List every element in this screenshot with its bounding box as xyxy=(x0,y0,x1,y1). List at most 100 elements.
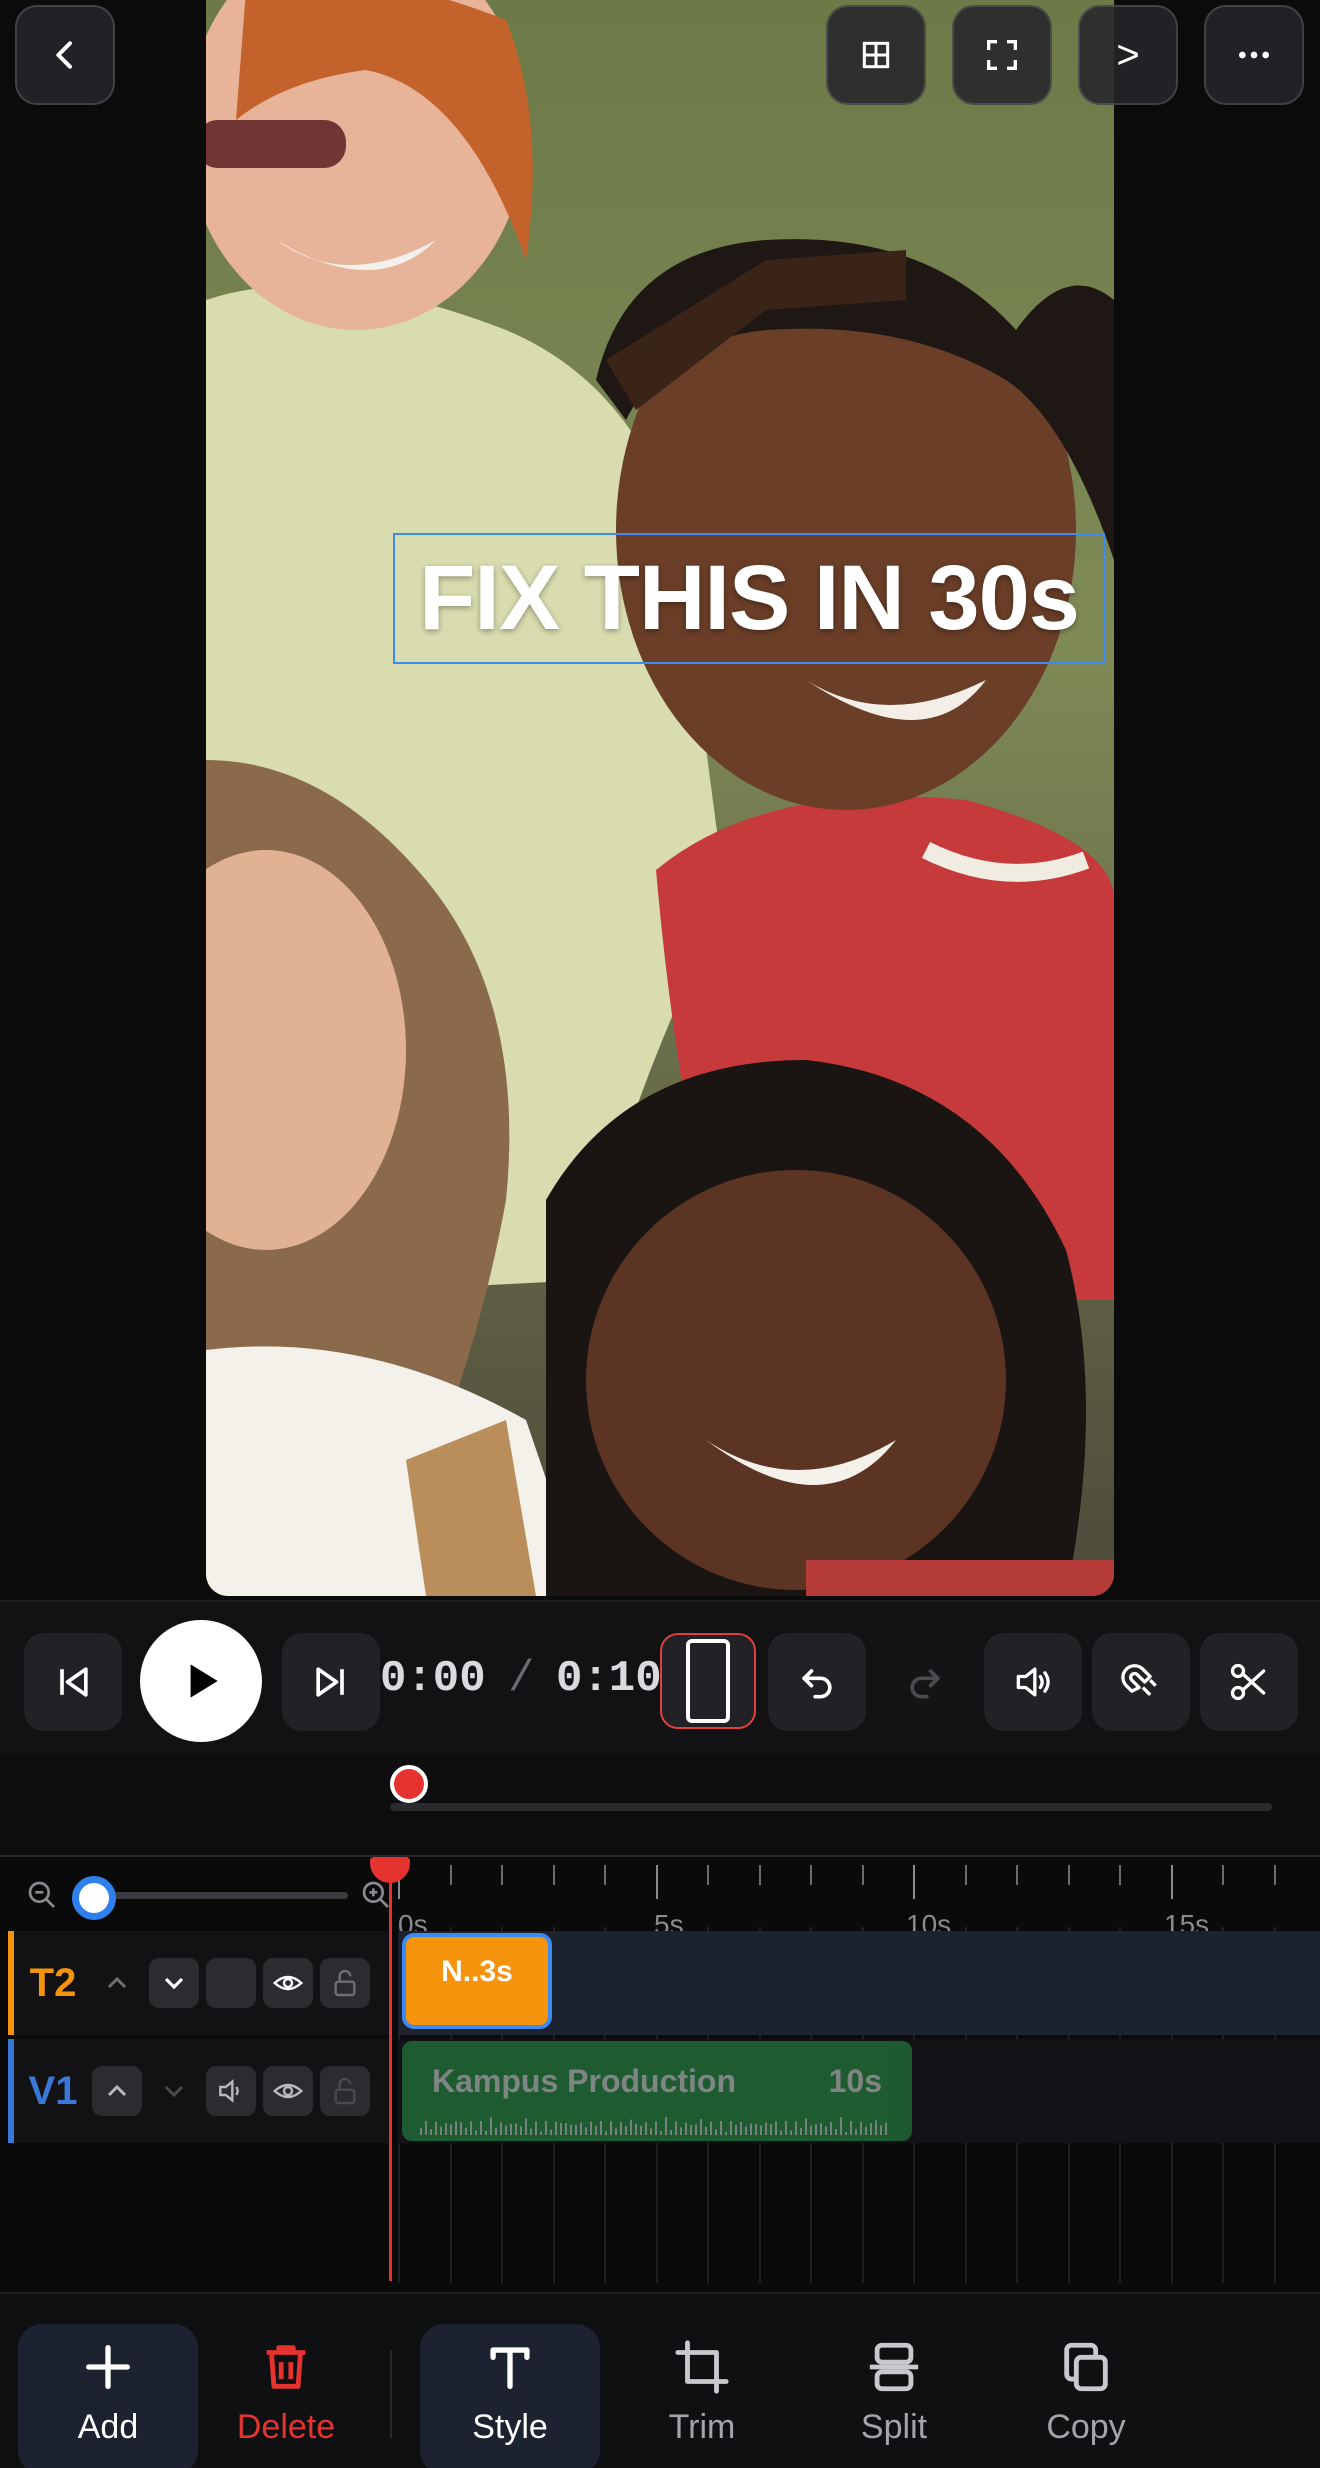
play-button[interactable] xyxy=(140,1620,262,1742)
video-frame[interactable] xyxy=(206,0,1114,1596)
move-down-button[interactable] xyxy=(149,1958,199,2008)
waveform-bar xyxy=(845,2131,847,2135)
ruler-tick xyxy=(655,1865,658,1899)
ruler-tick xyxy=(1222,1865,1224,1885)
track-t2: T2 xyxy=(0,1931,1320,2035)
more-button[interactable] xyxy=(1204,5,1304,105)
waveform-bar xyxy=(480,2121,482,2135)
waveform-bar xyxy=(505,2125,507,2135)
waveform-bar xyxy=(585,2127,587,2135)
plus-icon xyxy=(86,2345,130,2389)
waveform-bar xyxy=(770,2123,772,2135)
waveform-bar xyxy=(685,2122,687,2135)
waveform-bar xyxy=(460,2122,462,2135)
scrub-track[interactable] xyxy=(390,1803,1272,1811)
scrub-handle[interactable] xyxy=(390,1765,428,1803)
waveform-bar xyxy=(545,2121,547,2135)
delete-button[interactable]: Delete xyxy=(196,2324,376,2468)
waveform-bar xyxy=(775,2121,777,2135)
move-up-button[interactable] xyxy=(92,1958,142,2008)
move-up-button[interactable] xyxy=(92,2066,142,2116)
grid-button[interactable] xyxy=(826,5,926,105)
ruler-tick xyxy=(1016,1865,1018,1885)
eye-icon xyxy=(272,1975,304,1991)
zoom-in-icon[interactable] xyxy=(360,1879,392,1911)
scrub-bar[interactable] xyxy=(0,1755,1320,1855)
redo-button[interactable] xyxy=(876,1633,974,1731)
visibility-button[interactable] xyxy=(263,2066,313,2116)
chevron-up-icon xyxy=(107,2084,127,2097)
ruler-tick xyxy=(707,1865,709,1885)
waveform-bar xyxy=(740,2121,742,2135)
waveform-bar xyxy=(525,2117,527,2135)
mute-button[interactable] xyxy=(206,2066,256,2116)
move-down-button[interactable] xyxy=(149,2066,199,2116)
split-button[interactable]: Split xyxy=(804,2324,984,2468)
waveform-bar xyxy=(785,2121,787,2135)
waveform-bar xyxy=(790,2130,792,2135)
waveform-bar xyxy=(655,2121,657,2135)
waveform-bar xyxy=(630,2119,632,2135)
waveform-bar xyxy=(750,2123,752,2135)
visibility-button[interactable] xyxy=(263,1958,313,2008)
caption-text[interactable]: FIX THIS IN 30s xyxy=(419,546,1080,651)
waveform-bar xyxy=(570,2124,572,2135)
copy-button[interactable]: Copy xyxy=(996,2324,1176,2468)
caption-selection-box[interactable]: FIX THIS IN 30s xyxy=(393,533,1105,664)
skip-back-button[interactable] xyxy=(24,1633,122,1731)
next-button[interactable]: > xyxy=(1078,5,1178,105)
fullscreen-button[interactable] xyxy=(952,5,1052,105)
current-time: 0:00 xyxy=(380,1654,486,1704)
zoom-slider-knob[interactable] xyxy=(72,1876,116,1920)
back-button[interactable] xyxy=(15,5,115,105)
lock-button[interactable] xyxy=(320,1958,370,2008)
waveform-bar xyxy=(690,2124,692,2135)
waveform-bar xyxy=(815,2124,817,2135)
zoom-out-icon[interactable] xyxy=(26,1879,58,1911)
delete-label: Delete xyxy=(236,2408,336,2446)
magnet-button[interactable] xyxy=(1092,1633,1190,1731)
scissors-button[interactable] xyxy=(1200,1633,1298,1731)
ruler-tick xyxy=(604,1865,606,1885)
video-clip[interactable]: Kampus Production 10s xyxy=(402,2041,912,2141)
unlock-icon xyxy=(334,2077,356,2105)
unlock-icon xyxy=(334,1969,356,1997)
track-color-button[interactable] xyxy=(206,1958,256,2008)
text-clip[interactable]: N..3s xyxy=(402,1933,552,2029)
play-icon xyxy=(190,1664,218,1698)
waveform-bar xyxy=(510,2123,512,2135)
track-t2-name: T2 xyxy=(29,1960,77,2005)
skip-forward-button[interactable] xyxy=(282,1633,380,1731)
add-button[interactable]: Add xyxy=(18,2324,198,2468)
waveform-bar xyxy=(810,2125,812,2135)
lock-button[interactable] xyxy=(320,2066,370,2116)
waveform-bar xyxy=(640,2125,642,2135)
waveform-bar xyxy=(605,2131,607,2135)
waveform-bar xyxy=(760,2125,762,2135)
waveform-bar xyxy=(500,2122,502,2135)
waveform-bar xyxy=(800,2127,802,2135)
waveform-bar xyxy=(835,2129,837,2135)
waveform-bar xyxy=(550,2129,552,2135)
skip-forward-icon xyxy=(316,1667,344,1697)
aspect-ratio-button[interactable] xyxy=(660,1633,756,1729)
waveform-bar xyxy=(420,2128,422,2135)
timeline-ruler[interactable]: 0s 5s 10s 15s xyxy=(390,1857,1320,1940)
waveform-bar xyxy=(660,2131,662,2135)
waveform-bar xyxy=(485,2130,487,2135)
redo-icon xyxy=(910,1669,940,1699)
trim-button[interactable]: Trim xyxy=(612,2324,792,2468)
waveform-bar xyxy=(825,2126,827,2135)
audio-waveform xyxy=(420,2117,887,2135)
trash-icon xyxy=(266,2345,306,2389)
zoom-slider-track[interactable] xyxy=(96,1892,348,1899)
waveform-bar xyxy=(720,2121,722,2135)
style-button[interactable]: Style xyxy=(420,2324,600,2468)
undo-button[interactable] xyxy=(768,1633,866,1731)
track-t2-header: T2 xyxy=(8,1931,390,2035)
waveform-bar xyxy=(465,2127,467,2135)
waveform-bar xyxy=(695,2124,697,2135)
volume-button[interactable] xyxy=(984,1633,1082,1731)
waveform-bar xyxy=(795,2121,797,2135)
video-image xyxy=(206,0,1114,1596)
